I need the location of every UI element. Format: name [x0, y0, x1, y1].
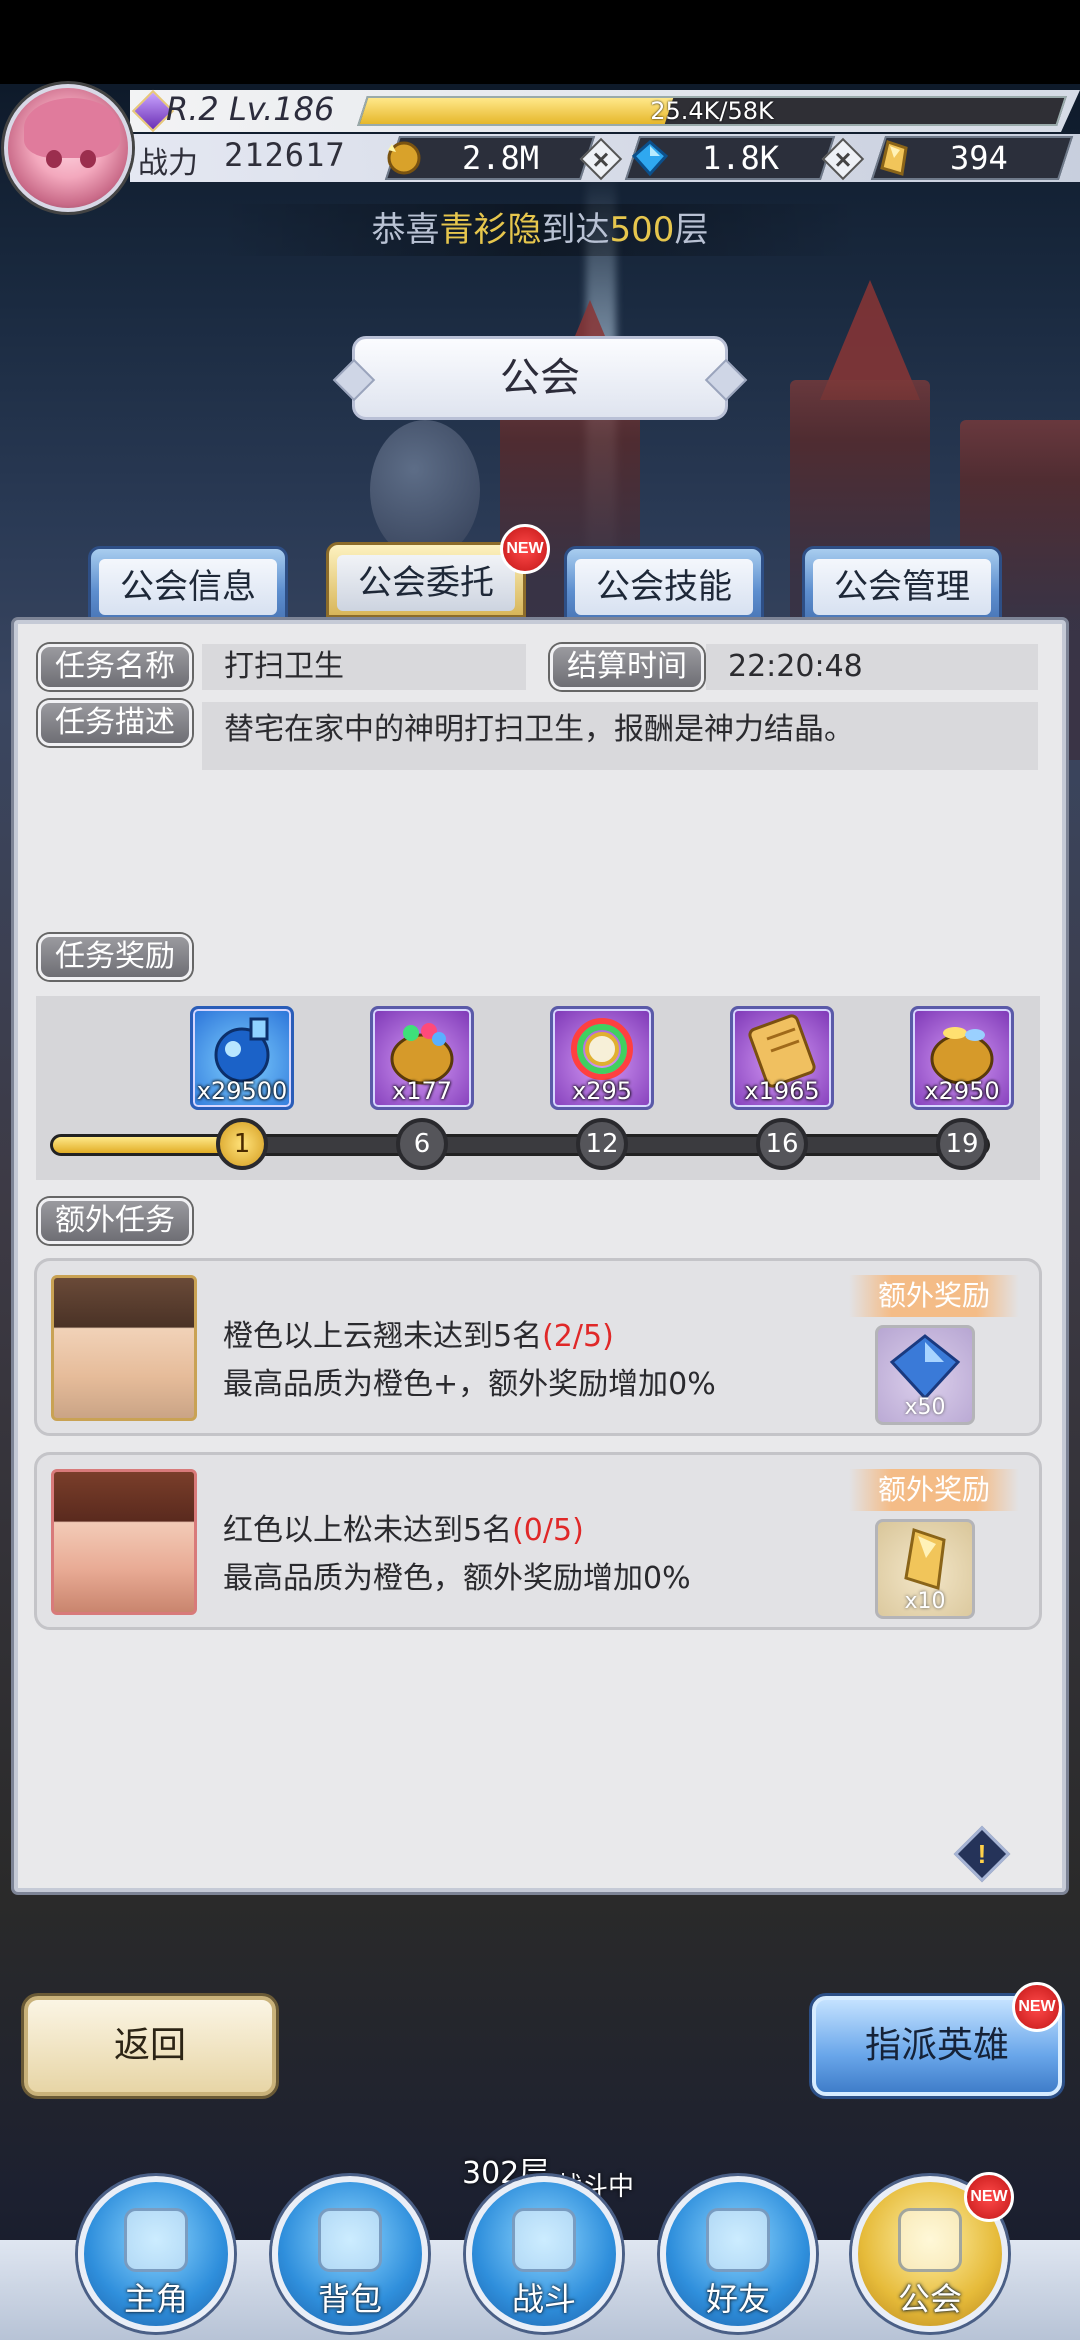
- extra-detail: 最高品质为橙色，额外奖励增加0%: [223, 1561, 691, 1596]
- condition-text: 橙色以上云翘未达到5名: [223, 1319, 543, 1354]
- back-button[interactable]: 返回: [24, 1996, 276, 2096]
- tab-guild-management[interactable]: 公会管理: [802, 546, 1002, 622]
- bonus-qty: x10: [904, 1589, 946, 1614]
- gold-crystal-icon: [904, 1528, 946, 1590]
- extra-condition: 橙色以上云翘未达到5名(2/5): [223, 1311, 614, 1355]
- reward-progress-fill: [53, 1137, 231, 1153]
- announce-suffix: 层: [674, 210, 709, 250]
- condition-text: 红色以上松未达到5名: [223, 1513, 513, 1548]
- new-badge: NEW: [500, 524, 550, 574]
- announce-middle: 到达: [541, 210, 610, 250]
- player-rank-level: R.2 Lv.186: [166, 90, 335, 128]
- power-value: 212617: [224, 136, 346, 174]
- page-title: 公会: [352, 336, 728, 420]
- bonus-reward-tag: 额外奖励: [849, 1275, 1019, 1317]
- milestone-marker: 6: [396, 1118, 448, 1170]
- announcement-banner: 恭喜青衫隐到达500层: [220, 204, 860, 256]
- condition-progress: (2/5): [542, 1319, 614, 1354]
- nav-battle[interactable]: 战斗: [466, 2176, 622, 2332]
- new-badge: NEW: [1012, 1982, 1062, 2032]
- bonus-reward-item[interactable]: x10: [875, 1519, 975, 1619]
- backpack-icon: [318, 2208, 382, 2272]
- blue-diamond-icon: [889, 1334, 961, 1401]
- task-name-label: 任务名称: [38, 644, 192, 690]
- reward-qty: x2950: [924, 1077, 1000, 1105]
- nav-label: 战斗: [511, 2280, 576, 2318]
- settle-time-value: 22:20:48: [706, 644, 1038, 690]
- milestone-marker: 19: [936, 1118, 988, 1170]
- extra-tasks-label: 额外任务: [38, 1198, 192, 1244]
- bonus-qty: x50: [904, 1395, 946, 1420]
- gold-value: 2.8M: [462, 139, 540, 177]
- nav-hero[interactable]: 主角: [78, 2176, 234, 2332]
- hero-portrait[interactable]: [51, 1275, 197, 1421]
- reward-item[interactable]: x177: [370, 1006, 474, 1110]
- exp-text: 25.4K/58K: [650, 97, 774, 125]
- extra-detail: 最高品质为橙色+，额外奖励增加0%: [223, 1367, 716, 1402]
- task-rewards-label: 任务奖励: [38, 934, 192, 980]
- gold-crystal-icon: [880, 140, 908, 176]
- handshake-icon: [706, 2208, 770, 2272]
- reward-item[interactable]: x295: [550, 1006, 654, 1110]
- announce-prefix: 恭喜: [371, 210, 440, 250]
- reward-qty: x1965: [744, 1077, 820, 1105]
- reward-item[interactable]: x2950: [910, 1006, 1014, 1110]
- task-desc-value: 替宅在家中的神明打扫卫生，报酬是神力结晶。: [202, 702, 1038, 770]
- blue-diamond-icon: [631, 140, 669, 177]
- milestone-marker: 16: [756, 1118, 808, 1170]
- guild-crest-icon: [898, 2208, 962, 2272]
- tab-label: 公会技能: [575, 559, 753, 615]
- diamond-value: 1.8K: [702, 139, 780, 177]
- power-label: 战力: [138, 146, 198, 181]
- bonus-reward-item[interactable]: x50: [875, 1325, 975, 1425]
- announce-floor: 500: [609, 210, 675, 250]
- player-avatar[interactable]: [4, 84, 132, 212]
- bonus-reward-tag: 额外奖励: [849, 1469, 1019, 1511]
- reward-progress-track: [50, 1134, 990, 1156]
- tab-label: 公会委托: [337, 555, 515, 611]
- milestone-marker: 1: [216, 1118, 268, 1170]
- avatar-hair: [24, 98, 120, 158]
- tab-guild-info[interactable]: 公会信息: [88, 546, 288, 622]
- avatar-eye: [80, 150, 96, 168]
- reward-qty: x29500: [196, 1077, 288, 1105]
- condition-progress: (0/5): [512, 1513, 584, 1548]
- extra-task-card: 红色以上松未达到5名(0/5) 最高品质为橙色，额外奖励增加0% 额外奖励 x1…: [34, 1452, 1042, 1630]
- nav-label: 主角: [123, 2280, 188, 2318]
- nav-backpack[interactable]: 背包: [272, 2176, 428, 2332]
- settle-time-label: 结算时间: [550, 644, 704, 690]
- nav-label: 背包: [317, 2280, 382, 2318]
- extra-condition: 红色以上松未达到5名(0/5): [223, 1505, 584, 1549]
- extra-task-card: 橙色以上云翘未达到5名(2/5) 最高品质为橙色+，额外奖励增加0% 额外奖励 …: [34, 1258, 1042, 1436]
- milestone-marker: 12: [576, 1118, 628, 1170]
- avatar-eye: [46, 150, 62, 168]
- reward-item[interactable]: x29500: [190, 1006, 294, 1110]
- hero-helmet-icon: [124, 2208, 188, 2272]
- gold-coin-icon: [387, 141, 421, 175]
- crossed-swords-icon: [512, 2208, 576, 2272]
- tab-guild-commission[interactable]: 公会委托: [326, 542, 526, 618]
- info-icon: !: [977, 1839, 987, 1869]
- nav-label: 公会: [897, 2280, 962, 2318]
- commission-panel: [14, 620, 1066, 1892]
- nav-label: 好友: [705, 2280, 770, 2318]
- tab-label: 公会管理: [813, 559, 991, 615]
- nav-friends[interactable]: 好友: [660, 2176, 816, 2332]
- hero-portrait[interactable]: [51, 1469, 197, 1615]
- task-desc-label: 任务描述: [38, 700, 192, 746]
- airship-balloon: [370, 420, 480, 560]
- task-name-value: 打扫卫生: [202, 644, 526, 690]
- announce-player-name: 青衫隐: [439, 210, 542, 250]
- reward-qty: x295: [571, 1077, 632, 1105]
- reward-qty: x177: [391, 1077, 452, 1105]
- tab-label: 公会信息: [99, 559, 277, 615]
- reward-item[interactable]: x1965: [730, 1006, 834, 1110]
- tab-guild-skills[interactable]: 公会技能: [564, 546, 764, 622]
- crystal-value: 394: [950, 139, 1008, 177]
- new-badge: NEW: [964, 2172, 1014, 2222]
